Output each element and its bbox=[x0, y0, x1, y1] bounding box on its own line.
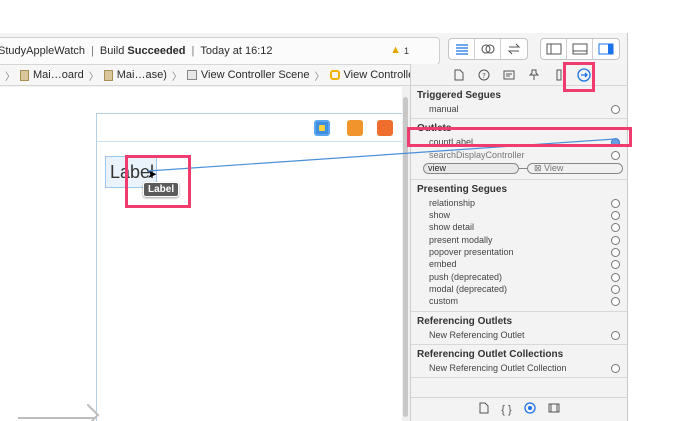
connection-circle-icon[interactable] bbox=[611, 105, 620, 114]
referencing-outlets-title: Referencing Outlets bbox=[417, 315, 513, 327]
object-library-icon[interactable] bbox=[524, 402, 536, 417]
exit-icon[interactable] bbox=[377, 120, 393, 136]
file-template-library-icon[interactable] bbox=[479, 402, 489, 417]
breadcrumb-storyboard[interactable]: Mai…oard bbox=[20, 69, 84, 81]
segue-row-manual: manual bbox=[411, 103, 627, 115]
connection-circle-icon[interactable] bbox=[611, 223, 620, 233]
triggered-segues-title: Triggered Segues bbox=[417, 90, 501, 101]
media-library-icon[interactable] bbox=[548, 403, 560, 416]
build-status: Succeeded bbox=[127, 45, 186, 57]
view-controller-icon bbox=[329, 70, 340, 80]
segue-row: embed bbox=[411, 258, 627, 270]
segue-row: modal (deprecated) bbox=[411, 283, 627, 295]
separator: | bbox=[91, 45, 94, 57]
segue-row: relationship bbox=[411, 197, 627, 209]
first-responder-icon[interactable] bbox=[347, 120, 363, 136]
inspector-tabs: ? bbox=[411, 64, 627, 86]
file-inspector-icon[interactable] bbox=[451, 67, 466, 82]
storyboard-file-icon bbox=[20, 69, 29, 81]
referencing-outlet-row: New Referencing Outlet bbox=[411, 329, 627, 341]
segue-row: present modally bbox=[411, 234, 627, 246]
segue-row: custom bbox=[411, 295, 627, 307]
code-snippet-library-icon[interactable]: { } bbox=[501, 404, 511, 416]
view-controller-icon[interactable] bbox=[314, 120, 330, 136]
editor-toolbar bbox=[448, 38, 620, 60]
presenting-segues-title: Presenting Segues bbox=[417, 183, 508, 195]
chevron-right-icon: 〉 bbox=[314, 71, 325, 83]
breadcrumb-view-controller[interactable]: View Controller bbox=[329, 69, 410, 81]
chevron-right-icon: 〉 bbox=[88, 71, 99, 83]
referencing-outlet-collections-title: Referencing Outlet Collections bbox=[417, 348, 564, 360]
connection-circle-icon[interactable] bbox=[611, 211, 620, 221]
activity-viewer: StudyAppleWatch | Build Succeeded | Toda… bbox=[0, 37, 440, 65]
editor-mode-segment bbox=[448, 38, 528, 60]
separator: | bbox=[191, 45, 195, 57]
highlight-count-label-outlet bbox=[407, 127, 632, 147]
highlight-label-element bbox=[125, 155, 191, 208]
connection-circle-icon[interactable] bbox=[611, 284, 620, 294]
identity-inspector-icon[interactable] bbox=[501, 67, 516, 82]
connection-circle-icon[interactable] bbox=[611, 330, 620, 340]
attributes-inspector-icon[interactable] bbox=[526, 67, 541, 82]
divider bbox=[411, 377, 627, 379]
connections-inspector: ? Triggered Segues manual Outlets countL… bbox=[410, 64, 627, 421]
build-time: Today at 16:12 bbox=[200, 45, 273, 57]
version-editor-icon[interactable] bbox=[501, 39, 527, 59]
connection-circle-icon[interactable] bbox=[611, 297, 620, 307]
svg-text:?: ? bbox=[482, 72, 486, 80]
segue-row: push (deprecated) bbox=[411, 271, 627, 283]
quick-help-icon[interactable]: ? bbox=[476, 67, 491, 82]
build-prefix: Build bbox=[99, 45, 125, 57]
storyboard-file-icon bbox=[103, 69, 113, 81]
breadcrumb-scene[interactable]: View Controller Scene bbox=[186, 69, 310, 81]
warning-icon[interactable]: ▲ bbox=[390, 44, 401, 56]
scene-icon bbox=[186, 70, 197, 80]
connection-circle-icon[interactable] bbox=[611, 272, 620, 282]
segue-row: show bbox=[411, 209, 627, 221]
connection-circle-icon[interactable] bbox=[611, 260, 620, 270]
chevron-right-icon: 〉 bbox=[5, 71, 15, 83]
connection-circle-icon[interactable] bbox=[611, 248, 620, 258]
jump-bar: 〉 Mai…oard 〉 Mai…ase) 〉 View Controller … bbox=[0, 64, 410, 86]
assistant-editor-icon[interactable] bbox=[475, 39, 501, 59]
project-name: StudyAppleWatch bbox=[0, 45, 86, 57]
segue-row: show detail bbox=[411, 221, 627, 233]
connection-circle-icon[interactable] bbox=[611, 363, 620, 373]
library-tabs: { } bbox=[411, 397, 627, 421]
referencing-outlet-collection-row: New Referencing Outlet Collection bbox=[411, 362, 627, 374]
segue-row: popover presentation bbox=[411, 246, 627, 258]
connection-circle-icon[interactable] bbox=[611, 198, 620, 208]
chevron-right-icon: 〉 bbox=[171, 71, 182, 83]
debug-area-toggle-icon[interactable] bbox=[567, 39, 593, 59]
view-toggle-segment bbox=[540, 38, 620, 60]
breadcrumb-base[interactable]: Mai…ase) bbox=[103, 69, 167, 81]
standard-editor-icon[interactable] bbox=[449, 39, 475, 59]
highlight-connections-tab bbox=[563, 62, 595, 92]
utilities-toggle-icon[interactable] bbox=[593, 39, 619, 59]
warning-count: 1 bbox=[403, 46, 409, 56]
navigator-toggle-icon[interactable] bbox=[541, 39, 567, 59]
xcode-window: StudyAppleWatch | Build Succeeded | Toda… bbox=[0, 33, 628, 421]
connection-circle-icon[interactable] bbox=[611, 235, 620, 245]
